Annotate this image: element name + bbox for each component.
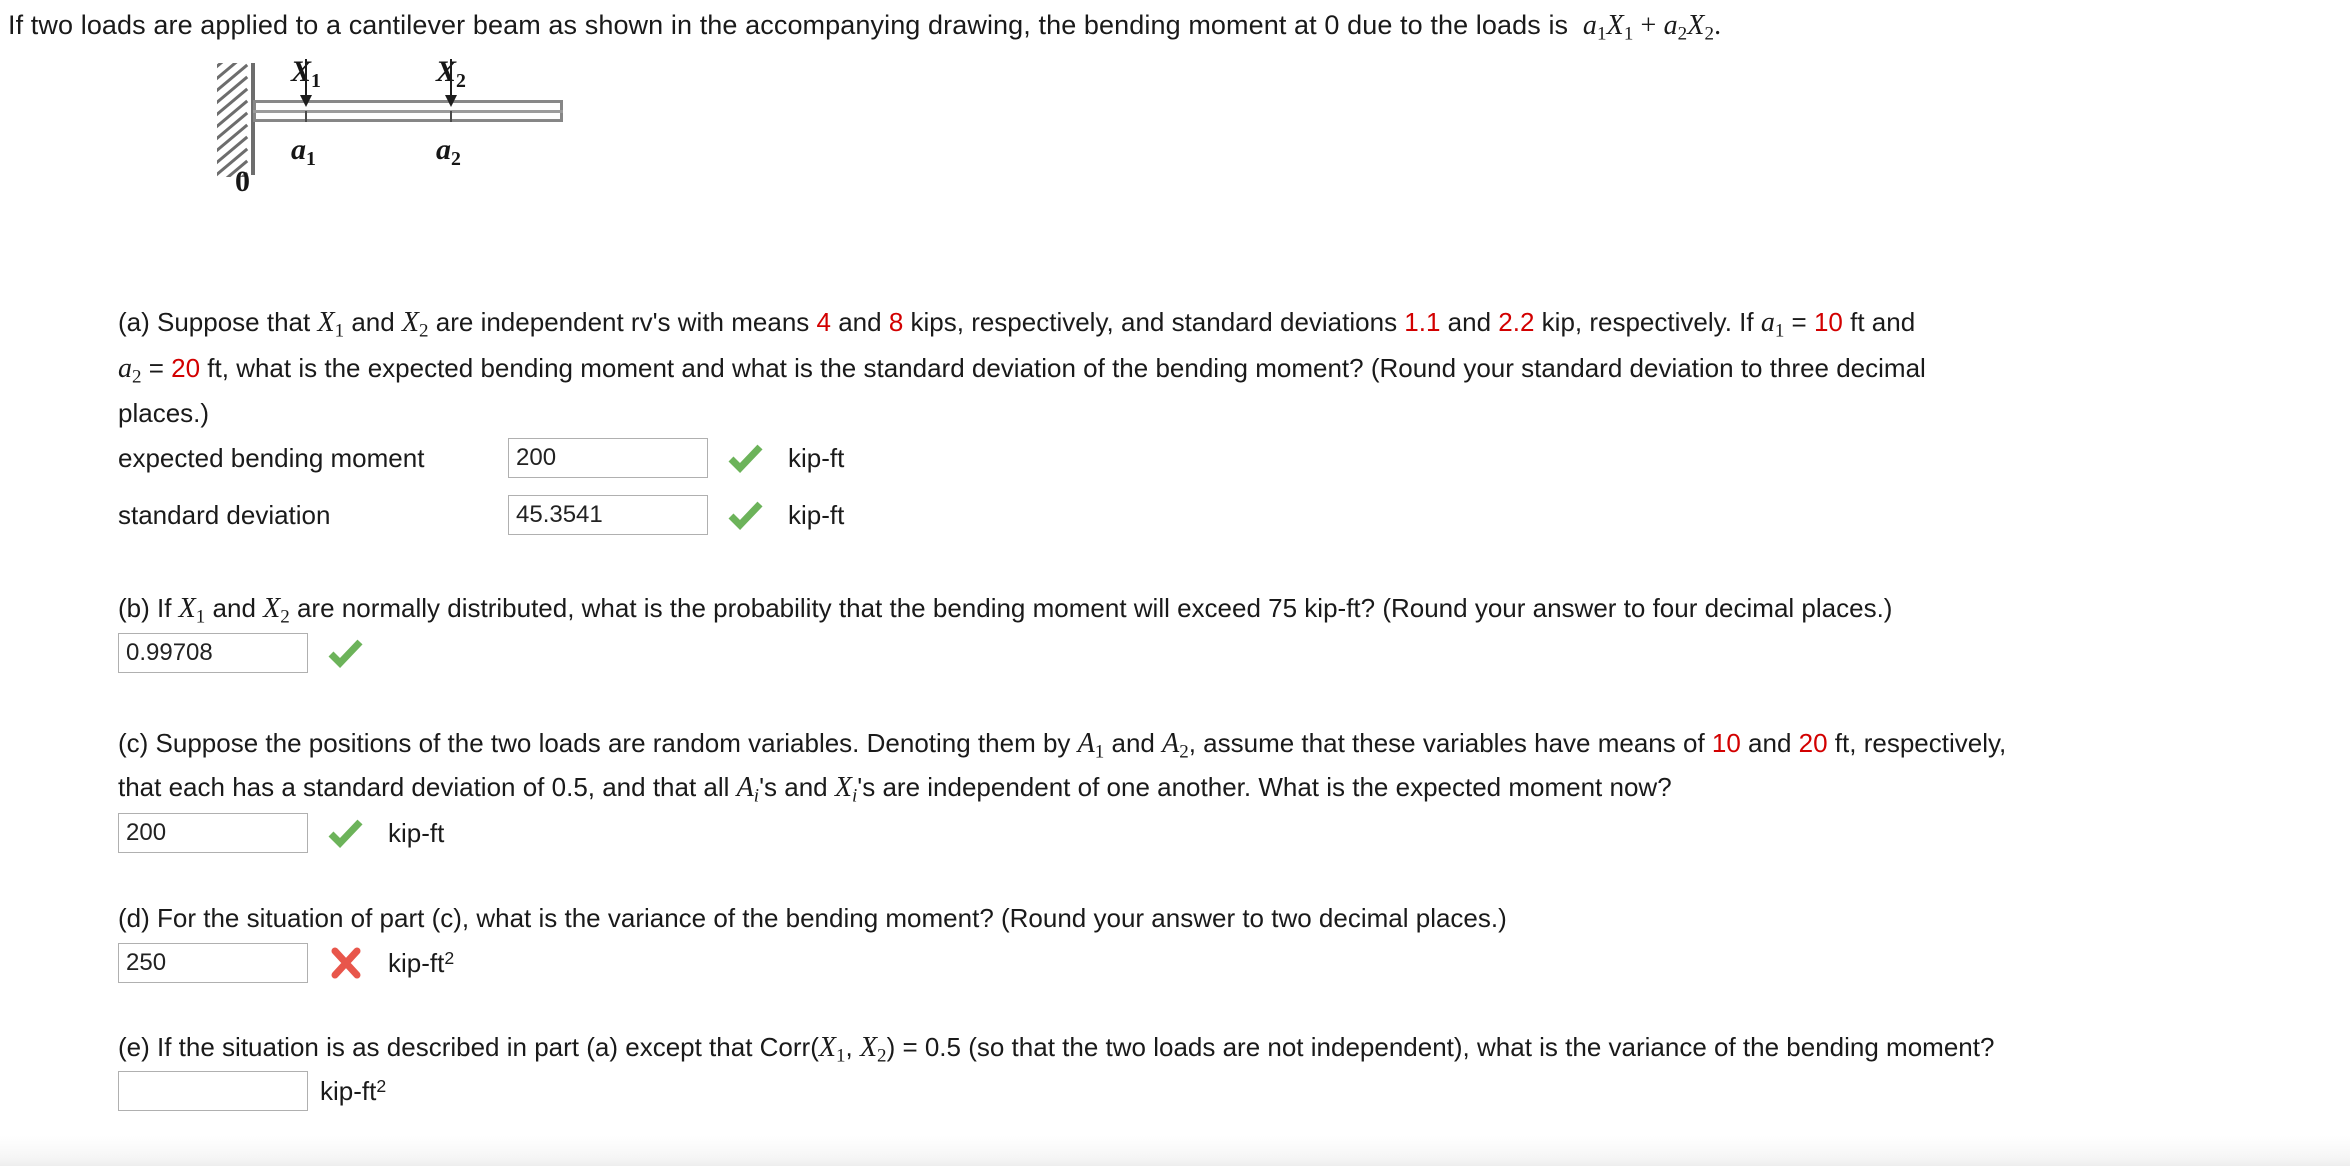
part-c-mean2: 20 xyxy=(1798,728,1828,758)
formula-a1: a1 xyxy=(1582,10,1607,45)
part-c-question-line2: that each has a standard deviation of 0.… xyxy=(118,772,1672,807)
figure-pos2-label: a2 xyxy=(436,133,461,170)
problem-statement: If two loads are applied to a cantilever… xyxy=(8,8,1721,51)
part-e-question: (e) If the situation is as described in … xyxy=(118,1032,1995,1067)
part-d-answer-row: kip-ft2 xyxy=(118,942,454,984)
part-b-X1: X1 xyxy=(178,593,206,628)
part-a-field1-label: expected bending moment xyxy=(118,442,425,473)
part-a-answer-row-1: expected bending moment kip-ft xyxy=(118,437,844,479)
part-a-sd2: 2.2 xyxy=(1498,307,1535,337)
part-a-a2-value: 20 xyxy=(171,353,201,383)
cantilever-beam-diagram: X1 a1 X2 a2 0 xyxy=(200,55,840,275)
part-c-question-line1: (c) Suppose the positions of the two loa… xyxy=(118,728,2007,763)
part-c-correct-icon xyxy=(324,818,368,848)
part-b-probability-input[interactable] xyxy=(118,633,308,673)
part-e-X1: X1 xyxy=(818,1032,846,1067)
part-a-answer-row-2: standard deviation kip-ft xyxy=(118,494,844,536)
part-c-Xi: Xi xyxy=(834,772,858,807)
part-a-X1: X1 xyxy=(317,307,345,342)
formula-X2: X2 xyxy=(1687,10,1715,45)
load1-arrow-icon xyxy=(300,59,312,107)
load1-tick xyxy=(305,111,307,122)
part-c-answer-row: kip-ft xyxy=(118,812,444,854)
exercise-page: If two loads are applied to a cantilever… xyxy=(0,0,2350,1166)
part-d-incorrect-icon xyxy=(324,947,368,979)
part-e-X2: X2 xyxy=(859,1032,887,1067)
part-a-field2-unit: kip-ft xyxy=(788,499,845,530)
part-a-field1-unit: kip-ft xyxy=(788,442,845,473)
part-a-field1-correct-icon xyxy=(724,443,768,473)
part-a-mean2: 8 xyxy=(888,307,904,337)
part-e-answer-row: kip-ft2 xyxy=(118,1070,386,1112)
part-c-unit: kip-ft xyxy=(388,817,445,848)
part-a-question-line3: places.) xyxy=(118,398,210,428)
load2-tick xyxy=(450,111,452,122)
part-a-field2-label: standard deviation xyxy=(118,499,331,530)
part-a-mean1: 4 xyxy=(816,307,831,337)
formula-period: . xyxy=(1714,10,1722,41)
part-b-answer-row xyxy=(118,632,368,674)
formula-a2: a2 xyxy=(1663,10,1688,45)
part-c-A1: A1 xyxy=(1077,728,1105,763)
formula-X1: X1 xyxy=(1606,10,1634,45)
expected-bending-moment-input[interactable] xyxy=(508,438,708,478)
part-a-X2: X2 xyxy=(401,307,429,342)
part-c-expected-moment-input[interactable] xyxy=(118,813,308,853)
page-bottom-shadow xyxy=(0,1136,2350,1166)
figure-pos1-label: a1 xyxy=(291,133,316,170)
wall-hatching-icon xyxy=(217,63,253,177)
part-a-question-line1: (a) Suppose that X1 and X2 are independe… xyxy=(118,307,1916,342)
part-a-a2: a2 xyxy=(118,353,142,388)
standard-deviation-input[interactable] xyxy=(508,495,708,535)
part-b-correct-icon xyxy=(324,638,368,668)
part-a-field2-correct-icon xyxy=(724,500,768,530)
part-a-question-line2: a2 = 20 ft, what is the expected bending… xyxy=(118,353,1926,388)
part-a-a1: a1 xyxy=(1760,307,1785,342)
part-e-unit: kip-ft2 xyxy=(320,1075,387,1106)
part-d-question: (d) For the situation of part (c), what … xyxy=(118,903,1507,933)
formula-plus: + xyxy=(1640,10,1657,41)
load2-arrow-icon xyxy=(445,59,457,107)
part-d-unit: kip-ft2 xyxy=(388,947,455,978)
part-a-a1-value: 10 xyxy=(1813,307,1843,337)
part-e-variance-input[interactable] xyxy=(118,1071,308,1111)
part-c-mean1: 10 xyxy=(1711,728,1741,758)
problem-statement-text: If two loads are applied to a cantilever… xyxy=(8,10,1569,40)
part-c-A2: A2 xyxy=(1162,728,1189,763)
part-b-question: (b) If X1 and X2 are normally distribute… xyxy=(118,593,1893,628)
part-c-Ai: Ai xyxy=(736,772,760,807)
figure-origin-label: 0 xyxy=(235,165,250,198)
part-b-X2: X2 xyxy=(263,593,290,628)
part-d-variance-input[interactable] xyxy=(118,943,308,983)
part-a-sd1: 1.1 xyxy=(1404,307,1441,337)
beam-centerline xyxy=(253,110,563,113)
